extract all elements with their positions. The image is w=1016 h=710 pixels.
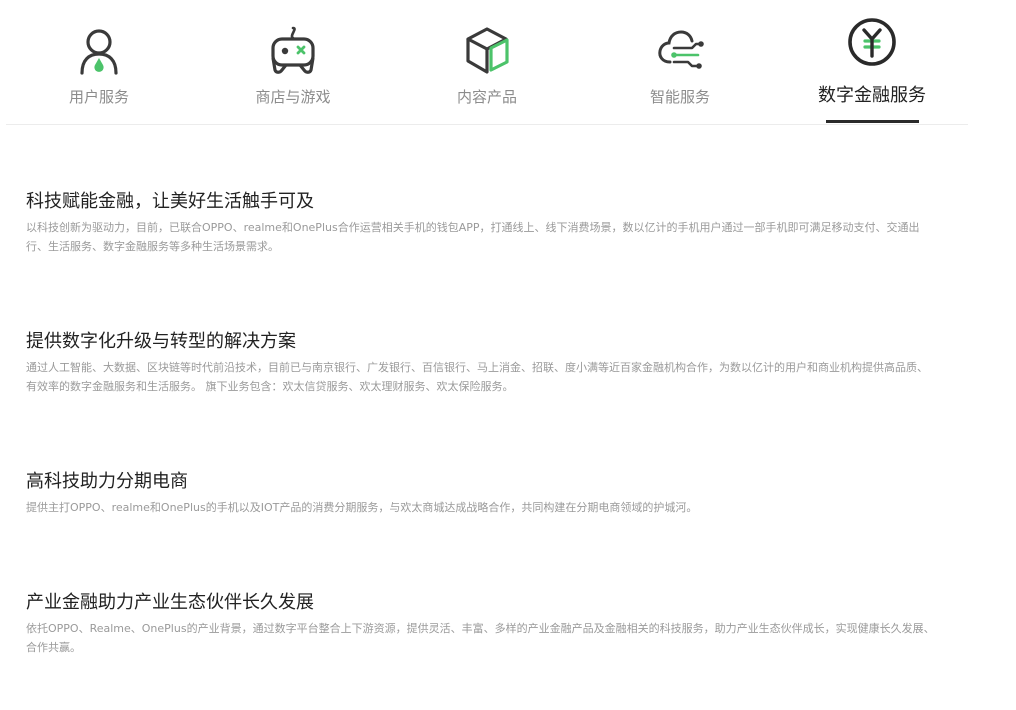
- tab-digital-finance[interactable]: 数字金融服务: [807, 0, 937, 124]
- tab-label: 商店与游戏: [255, 88, 331, 106]
- section-industrial-finance: 产业金融助力产业生态伙伴长久发展 依托OPPO、Realme、OnePlus的产…: [26, 591, 936, 657]
- cloud-circuit-icon: [654, 24, 706, 76]
- tab-label: 智能服务: [649, 88, 710, 106]
- section-title: 提供数字化升级与转型的解决方案: [26, 331, 296, 352]
- section-title: 科技赋能金融，让美好生活触手可及: [26, 191, 314, 212]
- cube-icon: [461, 24, 513, 76]
- section-title: 高科技助力分期电商: [26, 471, 188, 492]
- gamepad-icon: [267, 24, 319, 76]
- section-description: 依托OPPO、Realme、OnePlus的产业背景，通过数字平台整合上下游资源…: [26, 622, 935, 654]
- section-digital-transformation: 提供数字化升级与转型的解决方案 通过人工智能、大数据、区块链等时代前沿技术，目前…: [26, 330, 936, 396]
- tab-label: 数字金融服务: [818, 85, 926, 106]
- service-tabs: 用户服务 商店与游戏 内容产品 智能服务 数字金融服务: [6, 0, 968, 125]
- tab-label: 用户服务: [68, 88, 129, 106]
- user-icon: [73, 24, 125, 76]
- section-title: 产业金融助力产业生态伙伴长久发展: [26, 592, 314, 613]
- tab-smart-services[interactable]: 智能服务: [615, 0, 745, 124]
- tab-store-and-games[interactable]: 商店与游戏: [228, 0, 358, 124]
- active-tab-underline: [826, 120, 919, 123]
- section-description: 提供主打OPPO、realme和OnePlus的手机以及IOT产品的消费分期服务…: [26, 501, 698, 514]
- section-description: 以科技创新为驱动力，目前，已联合OPPO、realme和OnePlus合作运营相…: [26, 221, 920, 253]
- section-installment-ecommerce: 高科技助力分期电商 提供主打OPPO、realme和OnePlus的手机以及IO…: [26, 470, 936, 517]
- tab-label: 内容产品: [456, 88, 517, 106]
- yuan-coin-icon: [846, 16, 898, 68]
- tab-user-service[interactable]: 用户服务: [34, 0, 164, 124]
- section-tech-empowered-finance: 科技赋能金融，让美好生活触手可及 以科技创新为驱动力，目前，已联合OPPO、re…: [26, 190, 936, 256]
- tab-content-products[interactable]: 内容产品: [422, 0, 552, 124]
- section-description: 通过人工智能、大数据、区块链等时代前沿技术，目前已与南京银行、广发银行、百信银行…: [26, 361, 928, 393]
